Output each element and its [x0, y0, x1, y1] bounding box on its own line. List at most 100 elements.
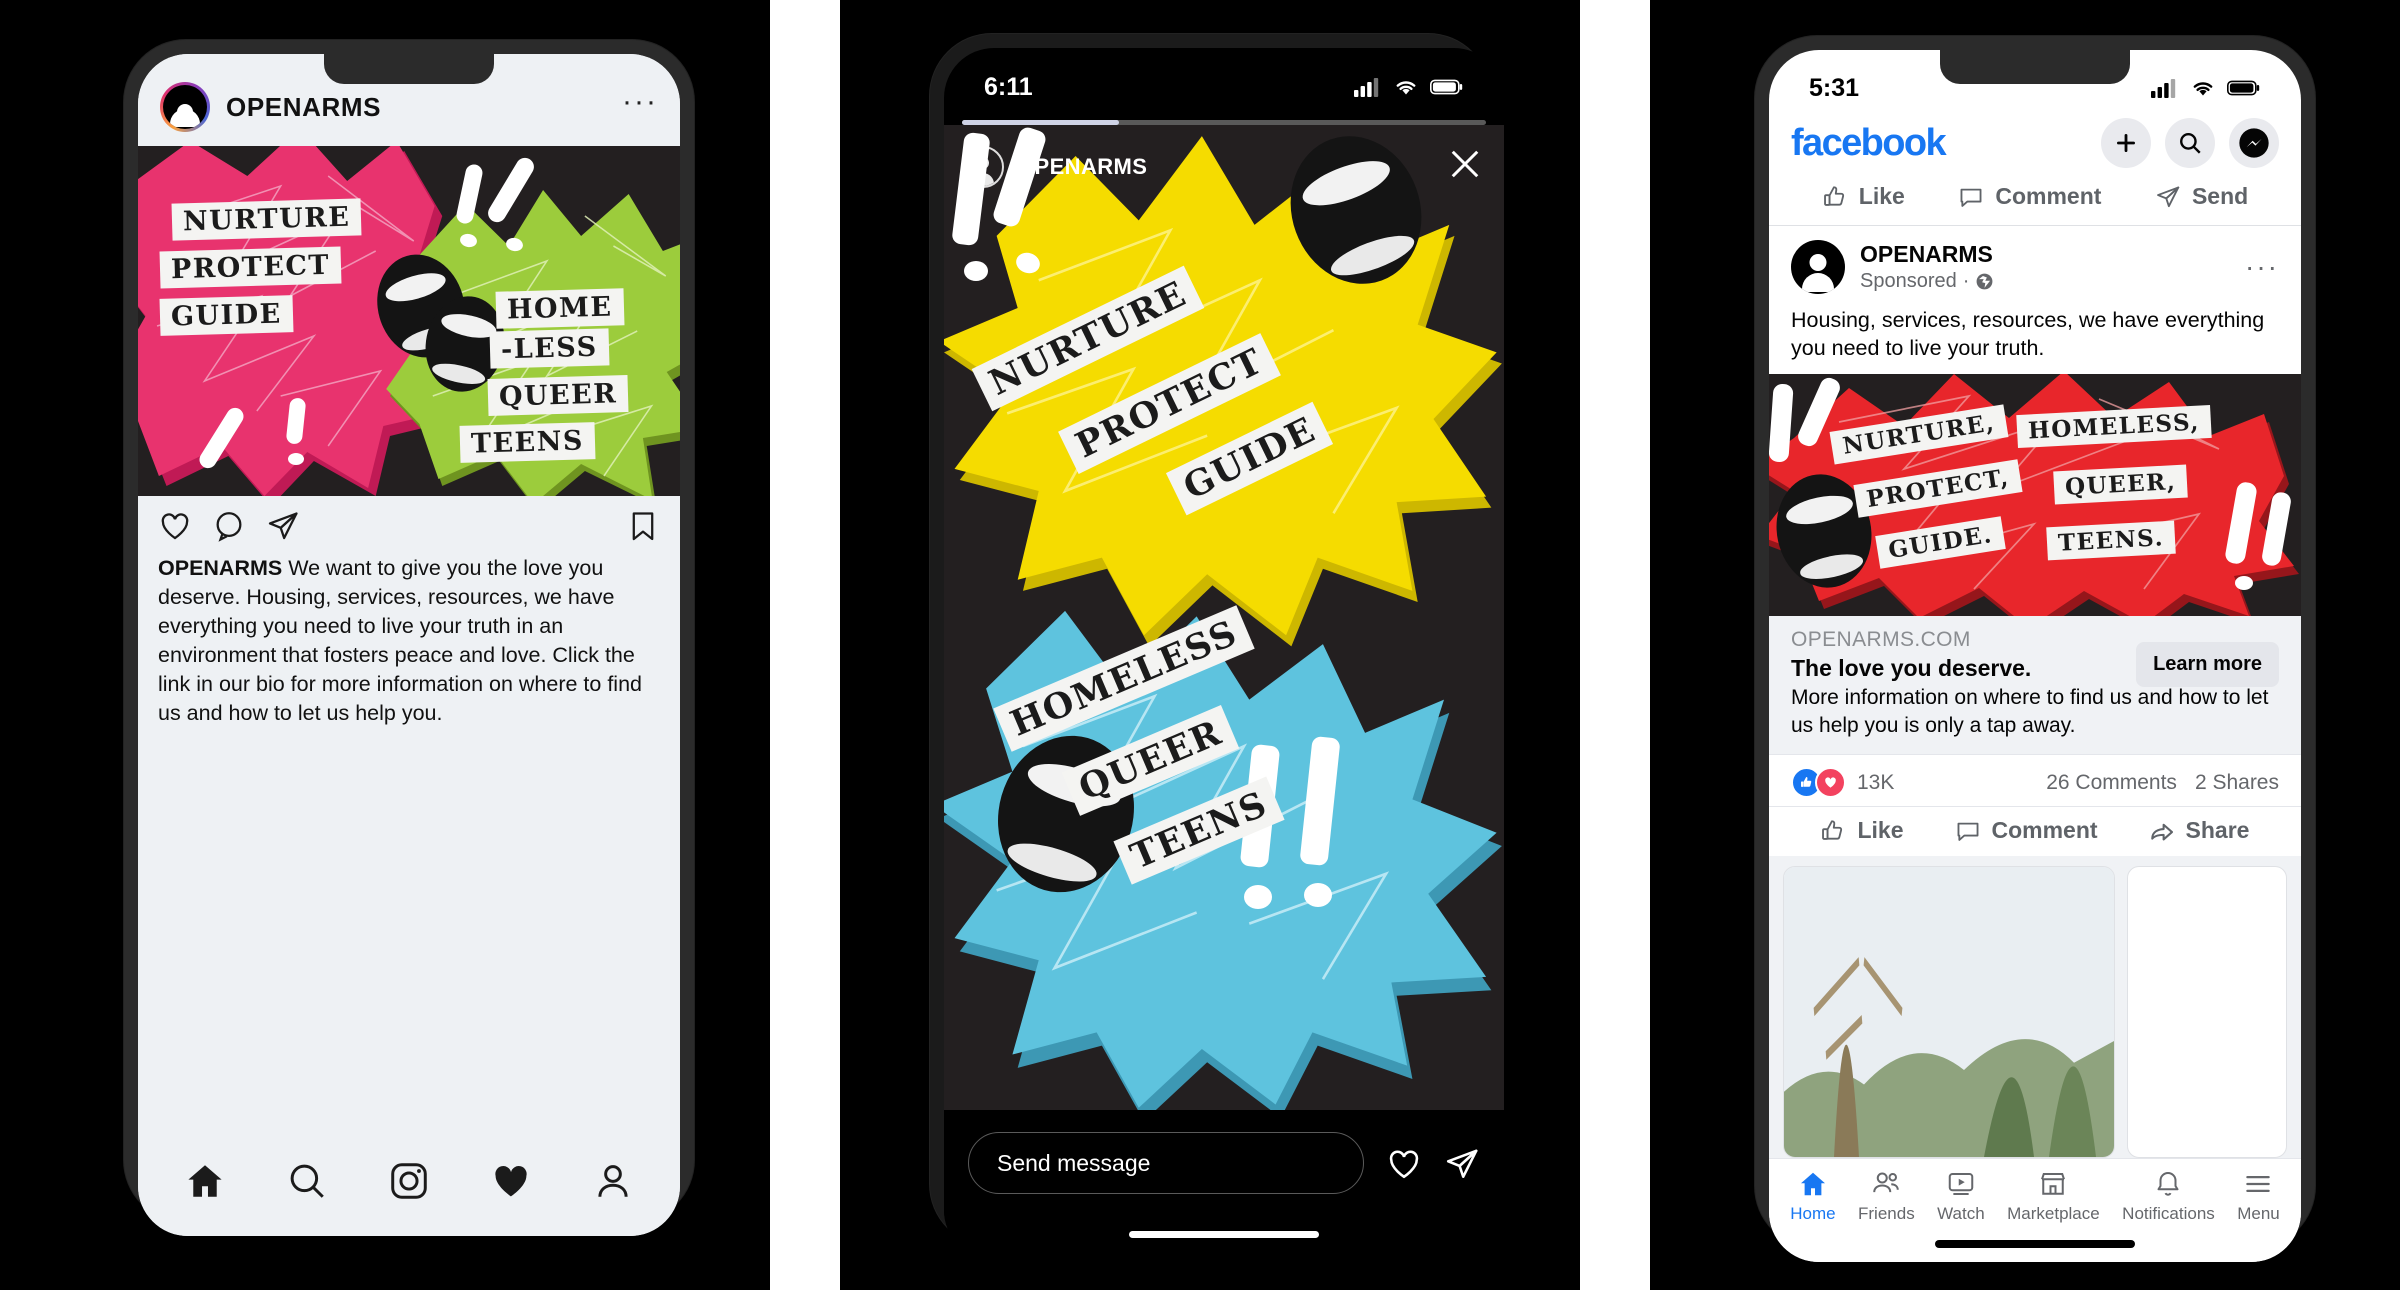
wifi-icon: [1396, 81, 1416, 95]
avatar[interactable]: [1791, 240, 1845, 294]
learn-more-button[interactable]: Learn more: [2136, 642, 2279, 687]
like-icon[interactable]: [158, 509, 192, 543]
exclamation-dot: [2235, 576, 2253, 590]
story-screen: 6:11 NURTURE PROTECT GUIDE HOMELESS QUEE…: [944, 48, 1504, 1260]
quick-send-label: Send: [2191, 183, 2249, 209]
exclamation-dot: [288, 453, 304, 465]
send-message-input[interactable]: Send message: [968, 1132, 1364, 1194]
search-icon[interactable]: [2165, 118, 2215, 168]
instagram-action-bar: [138, 496, 680, 552]
facebook-post-header: OPENARMS Sponsored · ···: [1769, 226, 2301, 298]
facebook-post-text: Housing, services, resources, we have ev…: [1791, 308, 2265, 360]
home-icon[interactable]: [184, 1160, 226, 1202]
signal-icon: [2151, 79, 2176, 98]
reaction-icons: [1791, 767, 1846, 798]
instagram-post-image[interactable]: NURTURE PROTECT GUIDE HOME -LESS QUEER T…: [138, 146, 680, 496]
artwork-word: TEENS.: [2046, 520, 2176, 561]
nav-marketplace[interactable]: Marketplace: [2007, 1169, 2100, 1224]
share-icon: [2150, 823, 2173, 840]
reaction-count[interactable]: 13K: [1857, 771, 1894, 795]
avatar[interactable]: [160, 82, 210, 132]
artwork-word: -LESS: [489, 328, 610, 369]
caption-body: We want to give you the love you deserve…: [158, 556, 642, 725]
nav-home[interactable]: Home: [1790, 1169, 1836, 1224]
messenger-icon[interactable]: [2229, 118, 2279, 168]
profile-icon[interactable]: [592, 1160, 634, 1202]
nav-menu[interactable]: Menu: [2237, 1169, 2280, 1224]
meta-separator: ·: [1962, 270, 1970, 292]
feed-photo-card[interactable]: [1783, 866, 2115, 1158]
share-count[interactable]: 2 Shares: [2195, 771, 2279, 795]
story-artwork[interactable]: NURTURE PROTECT GUIDE HOMELESS QUEER TEE…: [944, 125, 1504, 1110]
reels-icon[interactable]: [388, 1160, 430, 1202]
share-button[interactable]: Share: [2149, 817, 2250, 844]
exclamation-dot: [1304, 883, 1332, 907]
instagram-caption: OPENARMS We want to give you the love yo…: [138, 552, 680, 1140]
screenshot-stage: OPENARMS ··· NURTURE PROTECT GUIDE HOME …: [0, 0, 2400, 1290]
facebook-feed-peek: [1769, 856, 2301, 1158]
comment-button[interactable]: Comment: [1955, 817, 2098, 844]
heart-icon[interactable]: [1386, 1146, 1422, 1182]
feed-photo: [1784, 867, 2114, 1157]
heart-icon[interactable]: [490, 1160, 532, 1202]
comment-label: Comment: [1991, 817, 2098, 843]
avatar[interactable]: [962, 145, 1004, 188]
send-icon: [2157, 186, 2180, 207]
nav-friends-label: Friends: [1858, 1204, 1915, 1223]
quick-like-button[interactable]: Like: [1822, 183, 1905, 210]
send-icon[interactable]: [1444, 1146, 1480, 1182]
close-icon[interactable]: [1444, 143, 1486, 190]
artwork-word: PROTECT: [159, 246, 342, 289]
nav-marketplace-label: Marketplace: [2007, 1204, 2100, 1223]
instagram-username[interactable]: OPENARMS: [226, 92, 381, 123]
nav-menu-label: Menu: [2237, 1204, 2280, 1223]
more-options-icon[interactable]: ···: [622, 87, 658, 117]
nav-notifications-label: Notifications: [2122, 1204, 2215, 1223]
plus-icon[interactable]: [2101, 118, 2151, 168]
facebook-post-meta: Sponsored ·: [1860, 270, 1994, 293]
status-time: 6:11: [984, 72, 1033, 101]
story-progress-fill: [962, 120, 1120, 125]
quick-send-button[interactable]: Send: [2155, 183, 2248, 210]
battery-icon: [1430, 79, 1463, 95]
more-options-icon[interactable]: ···: [2245, 253, 2279, 281]
nav-friends[interactable]: Friends: [1858, 1169, 1915, 1224]
comment-icon[interactable]: [212, 509, 246, 543]
facebook-post-image[interactable]: NURTURE, PROTECT, GUIDE. HOMELESS, QUEER…: [1769, 374, 2301, 616]
thumbs-up-icon: [1822, 819, 1843, 840]
facebook-page-name[interactable]: OPENARMS: [1860, 241, 1994, 268]
feed-next-card[interactable]: [2127, 866, 2287, 1158]
exclamation-dot: [964, 261, 988, 281]
facebook-engagement-stats: 13K 26 Comments 2 Shares: [1769, 755, 2301, 806]
quick-comment-button[interactable]: Comment: [1958, 183, 2101, 210]
menu-icon: [2246, 1176, 2271, 1192]
battery-icon: [2227, 80, 2260, 96]
like-button[interactable]: Like: [1820, 817, 1904, 844]
share-icon[interactable]: [266, 509, 300, 543]
facebook-quick-action-bar: Like Comment Send: [1769, 174, 2301, 226]
bookmark-icon[interactable]: [626, 509, 660, 543]
artwork-word: NURTURE: [171, 198, 362, 241]
status-time: 5:31: [1809, 73, 1860, 102]
story-progress-bar[interactable]: [962, 120, 1486, 125]
notifications-icon: [2157, 1172, 2179, 1196]
story-username[interactable]: OPENARMS: [1017, 154, 1147, 180]
caption-author[interactable]: OPENARMS: [158, 556, 282, 580]
facebook-link-card[interactable]: OPENARMS.COM The love you deserve. More …: [1769, 616, 2301, 755]
phone-notch: [1940, 50, 2130, 84]
share-label: Share: [2185, 817, 2250, 843]
comment-icon: [1960, 188, 1982, 207]
link-description: More information on where to find us and…: [1791, 686, 2269, 737]
phone-story: 6:11 NURTURE PROTECT GUIDE HOMELESS QUEE…: [930, 34, 1504, 1260]
facebook-logo[interactable]: facebook: [1791, 122, 1947, 165]
facebook-screen: 5:31 facebook Like Comment Send OPENARMS…: [1769, 50, 2301, 1262]
instagram-bottom-nav: [138, 1140, 680, 1236]
comment-icon: [1957, 822, 1978, 841]
nav-notifications[interactable]: Notifications: [2122, 1169, 2215, 1224]
quick-comment-label: Comment: [1995, 183, 2102, 209]
search-icon[interactable]: [286, 1160, 328, 1202]
phone-notch: [324, 54, 494, 84]
story-header: OPENARMS: [962, 143, 1486, 190]
nav-watch[interactable]: Watch: [1937, 1169, 1985, 1224]
comment-count[interactable]: 26 Comments: [2046, 771, 2177, 795]
